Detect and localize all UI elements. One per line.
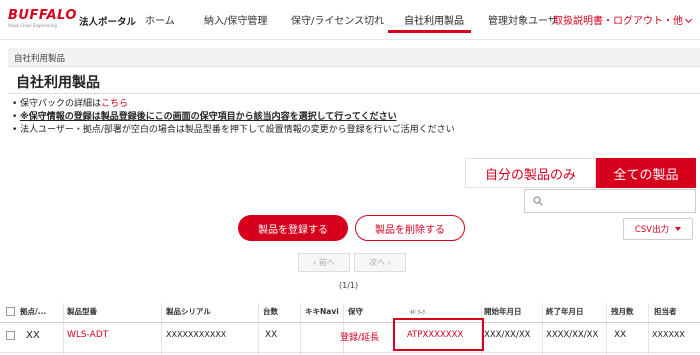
column-divider <box>300 303 301 355</box>
column-header-start-date[interactable]: 開始年月日 <box>484 306 522 317</box>
column-divider <box>258 303 259 355</box>
note-line-2: • ※保守情報の登録は製品登録後にこの画面の保守項目から該当内容を選択して行ってく… <box>12 111 455 124</box>
column-header-quantity[interactable]: 台数 <box>263 306 278 317</box>
portal-title: 法人ポータル <box>79 17 137 28</box>
chevron-down-icon <box>684 15 693 24</box>
prev-label: 前へ <box>318 258 335 267</box>
cell-remaining-months: XX <box>614 330 627 340</box>
buffalo-logo[interactable]: BUFFALO Value Chain Engineering <box>8 8 77 29</box>
cell-end-date: XXXX/XX/XX <box>546 330 599 340</box>
register-product-button[interactable]: 製品を登録する <box>238 215 348 241</box>
column-header-end-date[interactable]: 終了年月日 <box>546 306 584 317</box>
top-header: BUFFALO Value Chain Engineering 法人ポータル ホ… <box>0 0 700 40</box>
delete-product-button[interactable]: 製品を削除する <box>355 215 465 241</box>
cell-assignee: XXXXXX <box>652 330 685 339</box>
csv-export-button[interactable]: CSV出力 <box>623 218 693 240</box>
highlight-box <box>393 318 484 351</box>
nav-own-products[interactable]: 自社利用製品 <box>404 12 464 27</box>
manual-logout-label: 取扱説明書・ログアウト・他 <box>553 16 683 27</box>
caret-down-icon <box>675 227 682 231</box>
note-1-text: 保守パックの詳細は <box>20 99 102 109</box>
table-row-divider <box>0 352 700 353</box>
cell-quantity: XX <box>265 330 278 340</box>
select-all-checkbox[interactable] <box>6 307 15 316</box>
note-line-1: • 保守パックの詳細はこちら <box>12 98 455 111</box>
prev-page-button[interactable]: ‹ 前へ <box>298 253 350 272</box>
search-input[interactable] <box>524 189 696 213</box>
column-header-maintenance[interactable]: 保守 <box>348 306 363 317</box>
notes: • 保守パックの詳細はこちら • ※保守情報の登録は製品登録後にこの画面の保守項目か… <box>12 98 455 137</box>
cell-location: XX <box>26 330 40 341</box>
column-divider <box>542 303 543 355</box>
column-divider <box>343 303 344 355</box>
title-divider <box>8 93 700 94</box>
breadcrumb-bar: 自社利用製品 <box>8 48 700 67</box>
note-3-text: 法人ユーザー・拠点/部署が空白の場合は製品型番を押下して設置情報の変更から登録を… <box>20 125 455 135</box>
maintenance-pack-link[interactable]: こちら <box>101 99 128 109</box>
chevron-right-icon: › <box>385 258 391 267</box>
bullet: • <box>12 125 18 135</box>
column-divider <box>606 303 607 355</box>
breadcrumb: 自社利用製品 <box>14 54 66 64</box>
bullet: • <box>12 112 18 122</box>
logo-wordmark: BUFFALO <box>8 8 77 23</box>
bullet: • <box>12 99 18 109</box>
page-count: (1/1) <box>339 281 359 290</box>
page-title: 自社利用製品 <box>16 75 100 91</box>
cell-serial: XXXXXXXXXXX <box>166 330 227 339</box>
cell-model-link[interactable]: WLS-ADT <box>67 330 108 340</box>
toggle-all-products[interactable]: 全ての製品 <box>596 158 696 188</box>
nav-managed-users[interactable]: 管理対象ユーザ <box>488 12 558 27</box>
nav-home[interactable]: ホーム <box>145 12 175 27</box>
nav-license-expired[interactable]: 保守/ライセンス切れ <box>291 12 384 27</box>
next-page-button[interactable]: 次へ › <box>354 253 406 272</box>
cell-maintenance-link[interactable]: 登録/延長 <box>340 330 379 343</box>
nav-delivery-maintenance[interactable]: 納入/保守管理 <box>204 12 267 27</box>
manual-logout-menu[interactable]: 取扱説明書・ログアウト・他 <box>553 12 693 27</box>
active-nav-underline <box>388 30 471 33</box>
csv-export-label: CSV出力 <box>634 225 670 235</box>
toggle-my-products[interactable]: 自分の製品のみ <box>465 158 596 188</box>
column-divider <box>648 303 649 355</box>
column-header-location[interactable]: 拠点/... <box>20 306 46 317</box>
next-label: 次へ <box>369 258 386 267</box>
column-header-kikinavi[interactable]: キキNavi <box>305 306 339 317</box>
column-header-kikiwork[interactable]: ｷｷﾞﾜｰｸ <box>410 309 425 316</box>
column-divider <box>63 303 64 355</box>
note-line-3: • 法人ユーザー・拠点/部署が空白の場合は製品型番を押下して設置情報の変更から登録… <box>12 124 455 137</box>
search-icon <box>533 196 543 206</box>
column-header-remaining-months[interactable]: 残月数 <box>611 306 634 317</box>
column-header-assignee[interactable]: 担当者 <box>654 306 677 317</box>
column-header-serial[interactable]: 製品シリアル <box>166 306 211 317</box>
row-checkbox[interactable] <box>6 331 15 340</box>
column-divider <box>161 303 162 355</box>
table-header-divider <box>0 322 700 323</box>
note-2-text: ※保守情報の登録は製品登録後にこの画面の保守項目から該当内容を選択して行ってくだ… <box>20 112 397 122</box>
logo-tagline: Value Chain Engineering <box>8 23 57 28</box>
cell-start-date: XXX/XX/XX <box>484 330 531 340</box>
column-header-model[interactable]: 製品型番 <box>67 306 97 317</box>
